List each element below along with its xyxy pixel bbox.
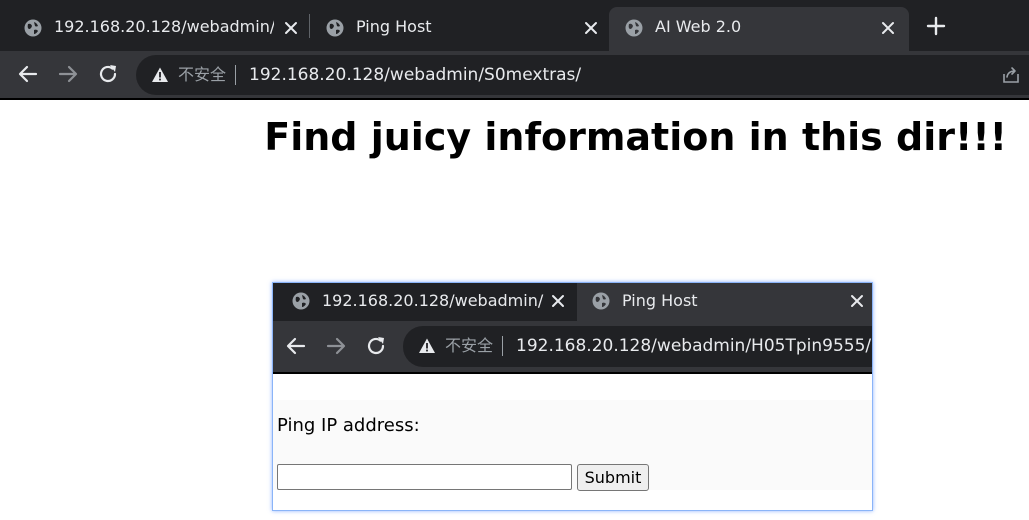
tab-title: Ping Host (622, 291, 698, 310)
reload-icon[interactable] (96, 62, 120, 86)
not-secure-label: 不安全 (445, 336, 494, 355)
address-bar[interactable]: 不安全 192.168.20.128/webadmin/S0mextras/ (136, 55, 1029, 95)
omnibox-divider (502, 336, 503, 356)
close-icon[interactable] (878, 18, 898, 38)
globe-icon (326, 19, 344, 37)
globe-icon (625, 19, 643, 37)
tab-title: 192.168.20.128/webadmin/robots.txt (54, 17, 274, 36)
embedded-screenshot: 192.168.20.128/webadmin/robots.txt Ping … (272, 282, 873, 511)
forward-arrow-icon[interactable] (56, 62, 80, 86)
back-arrow-icon (286, 337, 306, 355)
ping-ip-label: Ping IP address: (277, 415, 420, 436)
not-secure-label[interactable]: 不安全 (178, 64, 226, 86)
embedded-tab-ping-host: Ping Host (577, 283, 872, 321)
embedded-toolbar: 不安全 192.168.20.128/webadmin/H05Tpin9555/ (273, 321, 872, 373)
embedded-tab-strip: 192.168.20.128/webadmin/robots.txt Ping … (273, 283, 872, 321)
close-icon (851, 295, 863, 307)
globe-icon (24, 19, 42, 37)
close-icon (552, 295, 564, 307)
warning-icon[interactable] (151, 66, 169, 84)
toolbar-bottom-border (0, 98, 1029, 100)
forward-arrow-icon (326, 337, 346, 355)
new-tab-plus-icon[interactable] (924, 14, 948, 38)
embedded-toolbar-border (273, 372, 872, 374)
share-icon[interactable] (1001, 65, 1021, 85)
tab-ai-web[interactable]: AI Web 2.0 (609, 7, 909, 51)
reload-icon (367, 337, 385, 355)
tab-ping-host[interactable]: Ping Host (310, 7, 608, 51)
embedded-tab-robots: 192.168.20.128/webadmin/robots.txt (273, 283, 577, 321)
omnibox-divider (235, 65, 236, 85)
globe-icon (592, 292, 610, 310)
globe-icon (292, 292, 310, 310)
browser-tab-strip: 192.168.20.128/webadmin/robots.txt Ping … (0, 0, 1029, 51)
close-icon[interactable] (281, 18, 301, 38)
tab-robots[interactable]: 192.168.20.128/webadmin/robots.txt (8, 7, 308, 51)
url-text[interactable]: 192.168.20.128/webadmin/S0mextras/ (249, 64, 581, 86)
tab-title: Ping Host (356, 17, 432, 36)
close-icon[interactable] (581, 18, 601, 38)
warning-icon (419, 338, 435, 353)
submit-button: Submit (577, 464, 649, 491)
page-heading: Find juicy information in this dir!!! (264, 115, 1007, 159)
ping-ip-input (277, 464, 572, 490)
browser-toolbar: 不安全 192.168.20.128/webadmin/S0mextras/ (0, 51, 1029, 98)
tab-title: AI Web 2.0 (655, 17, 742, 36)
back-arrow-icon[interactable] (16, 62, 40, 86)
url-text: 192.168.20.128/webadmin/H05Tpin9555/ (516, 336, 872, 356)
embedded-address-bar: 不安全 192.168.20.128/webadmin/H05Tpin9555/ (403, 326, 872, 367)
tab-title: 192.168.20.128/webadmin/robots.txt (322, 291, 544, 310)
